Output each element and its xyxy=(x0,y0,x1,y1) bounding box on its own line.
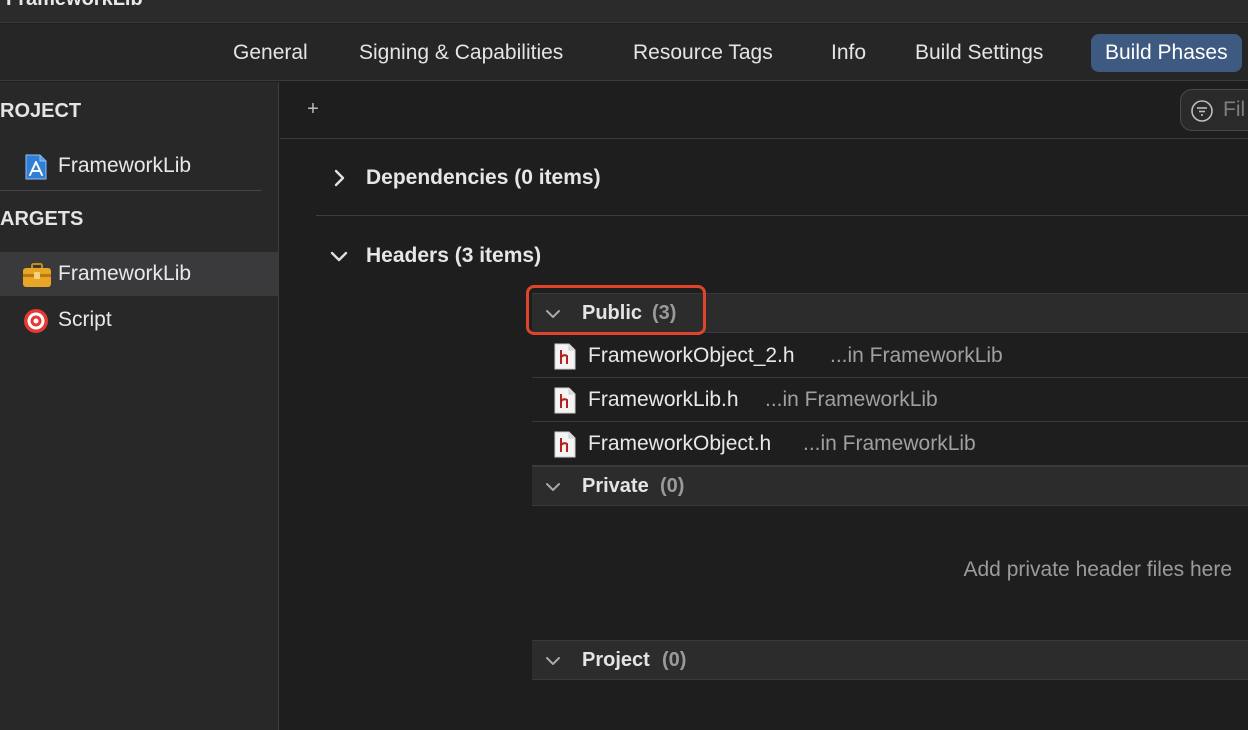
private-headers-placeholder: Add private header files here xyxy=(963,558,1233,581)
xcode-window: FrameworkLib General Signing & Capabilit… xyxy=(0,0,1248,730)
build-phases-toolbar: + Fil xyxy=(280,82,1248,139)
file-name: FrameworkObject_2.h xyxy=(588,344,795,367)
title-bar: FrameworkLib xyxy=(0,0,1248,23)
editor-tab-bar: General Signing & Capabilities Resource … xyxy=(0,24,1248,81)
tab-signing-capabilities[interactable]: Signing & Capabilities xyxy=(359,34,563,72)
filter-icon xyxy=(1191,100,1213,122)
sidebar-item-target-frameworklib[interactable]: FrameworkLib xyxy=(0,252,278,296)
header-file-icon xyxy=(554,431,576,458)
sidebar-item-label: FrameworkLib xyxy=(58,262,192,285)
target-icon xyxy=(22,307,50,335)
project-navigator-sidebar: ROJECT FrameworkLib ARGETS FrameworkLib … xyxy=(0,82,279,730)
filter-placeholder: Fil xyxy=(1223,98,1246,121)
sidebar-item-project-frameworklib[interactable]: FrameworkLib xyxy=(0,144,278,188)
app-blueprint-icon xyxy=(22,153,50,181)
annotation-highlight-box xyxy=(526,285,706,335)
file-location: ...in FrameworkLib xyxy=(830,344,1003,367)
add-build-phase-button[interactable]: + xyxy=(302,96,324,122)
sidebar-divider xyxy=(0,190,262,191)
chevron-right-icon[interactable] xyxy=(330,169,348,187)
tab-build-phases[interactable]: Build Phases xyxy=(1091,34,1242,72)
sidebar-item-label: FrameworkLib xyxy=(58,154,192,177)
toolbox-icon xyxy=(22,261,51,289)
tab-info[interactable]: Info xyxy=(831,34,866,72)
headers-group-project[interactable]: Project (0) xyxy=(532,640,1248,680)
file-location: ...in FrameworkLib xyxy=(803,432,976,455)
targets-section-header: ARGETS xyxy=(0,208,84,230)
sidebar-item-label: Script xyxy=(58,308,112,331)
group-count: (0) xyxy=(662,649,687,671)
file-name: FrameworkObject.h xyxy=(588,432,772,455)
phase-dependencies-header[interactable]: Dependencies (0 items) xyxy=(316,158,1216,198)
header-file-row[interactable]: FrameworkObject_2.h ...in FrameworkLib xyxy=(532,334,1248,378)
window-title: FrameworkLib xyxy=(6,0,143,11)
chevron-down-icon[interactable] xyxy=(330,247,348,265)
tab-general[interactable]: General xyxy=(233,34,308,72)
chevron-down-icon[interactable] xyxy=(544,652,562,670)
group-count: (0) xyxy=(660,475,685,497)
headers-group-private[interactable]: Private (0) xyxy=(532,466,1248,506)
header-file-icon xyxy=(554,343,576,370)
file-name: FrameworkLib.h xyxy=(588,388,739,411)
project-section-header: ROJECT xyxy=(0,100,82,122)
phase-headers-header[interactable]: Headers (3 items) xyxy=(316,236,1216,276)
group-name: Private xyxy=(582,475,649,497)
tab-resource-tags[interactable]: Resource Tags xyxy=(633,34,773,72)
sidebar-item-target-script[interactable]: Script xyxy=(0,298,278,342)
header-file-icon xyxy=(554,387,576,414)
file-location: ...in FrameworkLib xyxy=(765,388,938,411)
build-phases-editor: + Fil Dependencies (0 items) Headers (3 … xyxy=(280,82,1248,730)
group-name: Project xyxy=(582,649,650,671)
header-file-row[interactable]: FrameworkObject.h ...in FrameworkLib xyxy=(532,422,1248,466)
filter-field[interactable]: Fil xyxy=(1180,89,1248,131)
tab-build-settings[interactable]: Build Settings xyxy=(915,34,1043,72)
phase-headers-title: Headers (3 items) xyxy=(366,244,542,267)
section-divider xyxy=(316,215,1248,216)
phase-dependencies-title: Dependencies (0 items) xyxy=(366,166,601,189)
chevron-down-icon[interactable] xyxy=(544,478,562,496)
header-file-row[interactable]: FrameworkLib.h ...in FrameworkLib xyxy=(532,378,1248,422)
